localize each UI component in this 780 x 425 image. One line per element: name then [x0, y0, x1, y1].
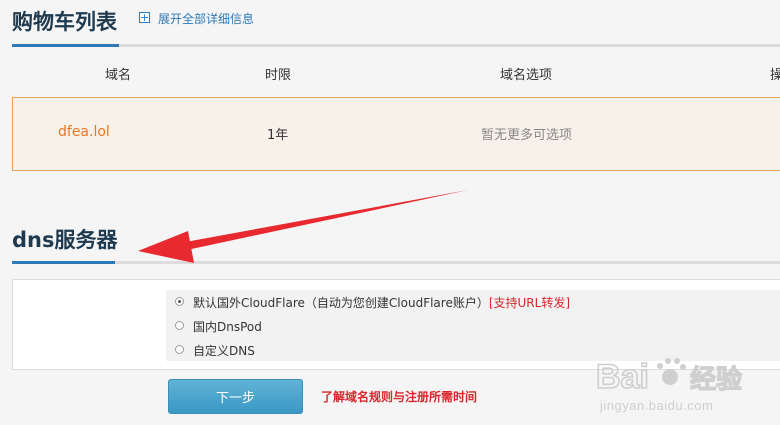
url-forward-tag: [支持URL转发] [488, 296, 571, 310]
expand-plus-icon[interactable]: + [139, 12, 150, 23]
expand-all-link[interactable]: 展开全部详细信息 [158, 10, 254, 27]
watermark-url: jingyan.baidu.com [600, 398, 714, 413]
domain-name: dfea.lol [58, 124, 110, 140]
dns-option-label: 默认国外CloudFlare（自动为您创建CloudFlare账户） [193, 296, 489, 310]
radio-dnspod[interactable] [175, 321, 184, 330]
dns-title-underline [12, 261, 115, 264]
domain-rules-link[interactable]: 了解域名规则与注册所需时间 [321, 388, 477, 405]
domain-term: 1年 [267, 128, 289, 143]
baidu-watermark: Bai 经验 jingyan.baidu.com [594, 350, 780, 425]
cart-title-divider [12, 44, 780, 47]
dns-option-label: 自定义DNS [193, 344, 255, 358]
svg-text:Bai: Bai [596, 358, 649, 396]
radio-custom-dns[interactable] [175, 345, 184, 354]
cart-row: dfea.lol 1年 暂无更多可选项 [12, 97, 780, 171]
dns-option-label: 国内DnsPod [193, 320, 262, 334]
dns-option-dnspod[interactable]: 国内DnsPod [166, 316, 780, 336]
annotation-arrow-icon [138, 190, 468, 263]
column-header-action: 操 [770, 68, 780, 83]
radio-cloudflare[interactable] [175, 297, 184, 306]
domain-options: 暂无更多可选项 [481, 128, 573, 143]
cart-title-underline [12, 44, 119, 47]
next-step-button[interactable]: 下一步 [168, 379, 303, 414]
dns-title: dns服务器 [12, 228, 118, 252]
svg-text:经验: 经验 [690, 364, 742, 395]
cart-title: 购物车列表 [12, 10, 117, 34]
column-header-options: 域名选项 [500, 68, 553, 83]
dns-option-cloudflare[interactable]: 默认国外CloudFlare（自动为您创建CloudFlare账户）[支持URL… [166, 292, 780, 312]
column-header-domain: 域名 [105, 68, 132, 83]
baidu-logo-icon: Bai 经验 [595, 357, 742, 397]
column-header-term: 时限 [265, 68, 292, 83]
